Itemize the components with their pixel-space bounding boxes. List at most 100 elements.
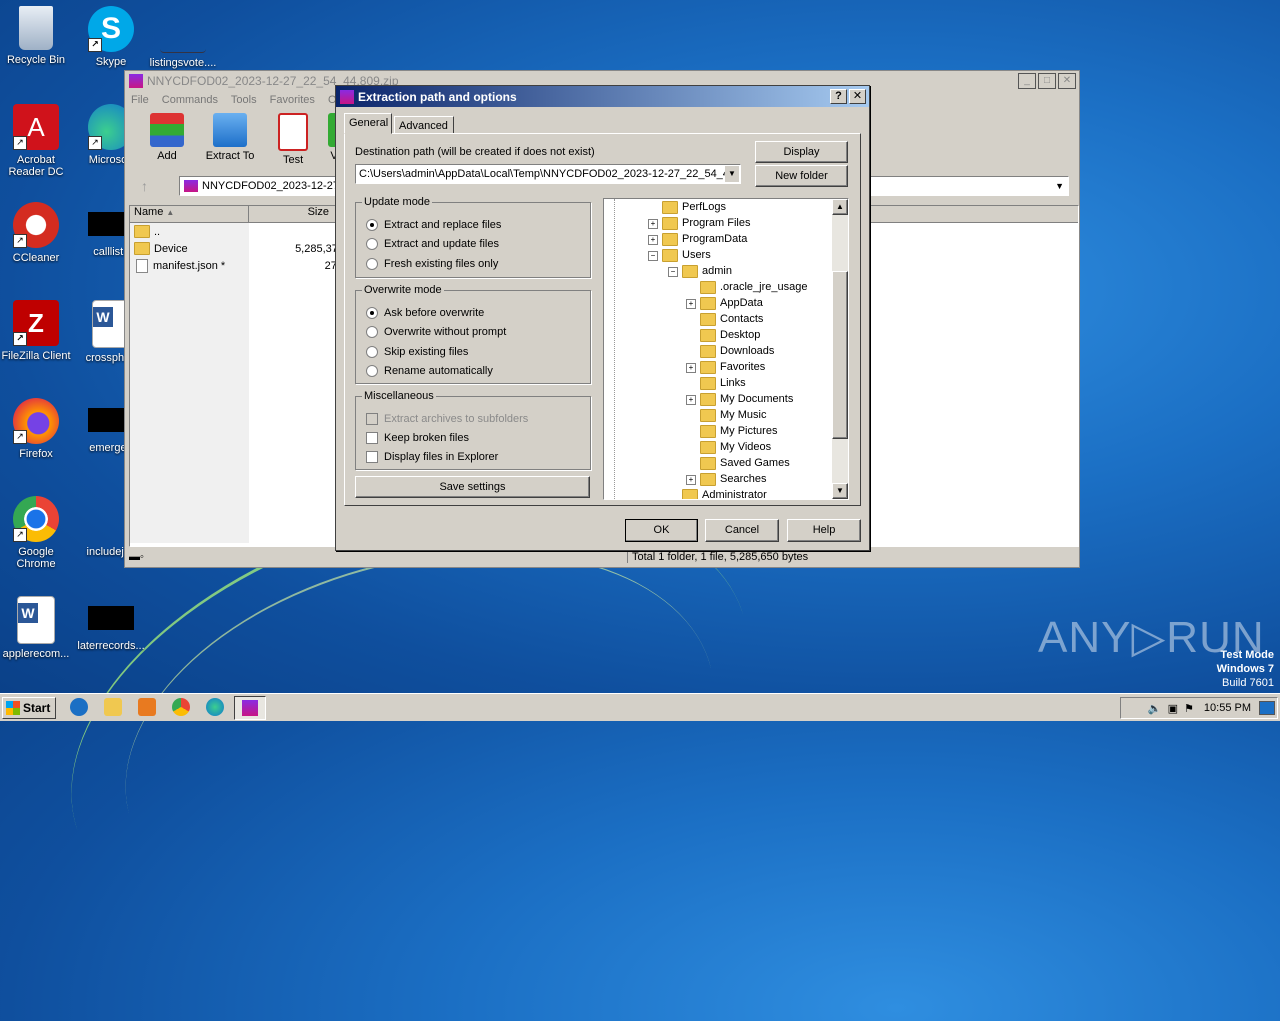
close-icon[interactable]: ✕	[849, 89, 866, 104]
taskbar-winrar-button[interactable]	[234, 696, 266, 720]
tab-general[interactable]: General	[344, 113, 392, 134]
clock[interactable]: 10:55 PM	[1204, 702, 1251, 714]
radio-ask-before-overwrite[interactable]: Ask before overwrite	[366, 307, 484, 319]
menu-tools[interactable]: Tools	[231, 94, 257, 106]
tree-item[interactable]: Links	[700, 375, 746, 391]
tree-scrollbar[interactable]: ▲ ▼	[832, 199, 848, 499]
toolbar-add-button[interactable]: Add	[139, 113, 195, 162]
tree-item[interactable]: + AppData	[686, 295, 763, 311]
menu-commands[interactable]: Commands	[162, 94, 218, 106]
menu-file[interactable]: File	[131, 94, 149, 106]
desktop-icon-chrome[interactable]: ↗ Google Chrome	[0, 496, 74, 570]
help-icon[interactable]: ?	[830, 89, 847, 104]
new-folder-button[interactable]: New folder	[755, 165, 848, 187]
toolbar-extract-to-button[interactable]: Extract To	[202, 113, 258, 162]
update-mode-group: Update mode Extract and replace files Ex…	[355, 196, 591, 278]
tree-item-label: Downloads	[720, 345, 775, 357]
radio-extract-update[interactable]: Extract and update files	[366, 238, 499, 250]
dialog-titlebar[interactable]: Extraction path and options ? ✕	[336, 86, 869, 107]
radio-extract-replace[interactable]: Extract and replace files	[366, 219, 501, 231]
tree-item[interactable]: Saved Games	[700, 455, 790, 471]
desktop-icon-filezilla[interactable]: Z ↗ FileZilla Client	[0, 300, 74, 362]
expand-icon[interactable]: +	[686, 395, 696, 405]
chevron-down-icon[interactable]: ▼	[725, 166, 739, 182]
collapse-icon[interactable]: −	[668, 267, 678, 277]
ok-button[interactable]: OK	[625, 519, 698, 542]
network-icon[interactable]: ▣	[1168, 702, 1178, 715]
volume-icon[interactable]: 🔈	[1148, 702, 1162, 715]
file-icon	[160, 6, 206, 53]
media-player-icon[interactable]	[138, 698, 156, 716]
ie-icon[interactable]	[70, 698, 88, 716]
toolbar-test-button[interactable]: Test	[265, 113, 321, 166]
tree-item[interactable]: Contacts	[700, 311, 763, 327]
radio-fresh-existing[interactable]: Fresh existing files only	[366, 258, 498, 270]
expand-icon[interactable]: +	[686, 299, 696, 309]
tree-item[interactable]: My Videos	[700, 439, 771, 455]
minimize-button[interactable]: _	[1018, 73, 1036, 89]
desktop-icon-ccleaner[interactable]: ↗ CCleaner	[0, 202, 74, 264]
scroll-thumb[interactable]	[832, 271, 848, 439]
desktop-icon-laterrecords[interactable]: laterrecords...	[73, 596, 149, 652]
option-label: Extract and replace files	[384, 219, 502, 231]
tree-item[interactable]: PerfLogs	[662, 199, 726, 215]
folder-icon	[700, 408, 716, 422]
scroll-up-button[interactable]: ▲	[832, 199, 848, 215]
maximize-button[interactable]: □	[1038, 73, 1056, 89]
tree-item[interactable]: Administrator	[682, 487, 767, 499]
display-button[interactable]: Display	[755, 141, 848, 163]
desktop-icon-applerecom[interactable]: W applerecom...	[0, 596, 74, 660]
desktop-icon-skype[interactable]: S ↗ Skype	[73, 6, 149, 68]
radio-overwrite-without-prompt[interactable]: Overwrite without prompt	[366, 326, 506, 338]
folder-tree[interactable]: PerfLogs + Program Files + ProgramData − Users…	[603, 198, 849, 500]
radio-rename-automatically[interactable]: Rename automatically	[366, 365, 493, 377]
edge-icon[interactable]	[206, 698, 224, 716]
scroll-down-button[interactable]: ▼	[832, 483, 848, 499]
close-button[interactable]: ✕	[1058, 73, 1076, 89]
save-settings-button[interactable]: Save settings	[355, 476, 590, 498]
checkbox-display-in-explorer[interactable]: Display files in Explorer	[366, 451, 498, 463]
radio-skip-existing[interactable]: Skip existing files	[366, 346, 468, 358]
checkbox-keep-broken-files[interactable]: Keep broken files	[366, 432, 469, 444]
chevron-down-icon[interactable]: ▼	[1055, 181, 1064, 191]
action-center-flag-icon[interactable]: ⚑	[1184, 702, 1194, 715]
explorer-icon[interactable]	[104, 698, 122, 716]
toolbar-label: Test	[283, 154, 304, 166]
destination-path-combobox[interactable]: C:\Users\admin\AppData\Local\Temp\NNYCDF…	[355, 164, 741, 184]
desktop-icon-acrobat[interactable]: A ↗ Acrobat Reader DC	[0, 104, 74, 178]
desktop-icon-firefox[interactable]: ↗ Firefox	[0, 398, 74, 460]
expand-icon[interactable]: +	[648, 235, 658, 245]
tree-item[interactable]: + ProgramData	[648, 231, 747, 247]
desktop-icon-recycle-bin[interactable]: Recycle Bin	[0, 6, 74, 66]
chrome-icon[interactable]	[172, 698, 190, 716]
tree-item-label: AppData	[720, 297, 763, 309]
tree-item[interactable]: My Pictures	[700, 423, 777, 439]
tree-item[interactable]: My Music	[700, 407, 766, 423]
tree-item[interactable]: Desktop	[700, 327, 760, 343]
column-name[interactable]: Name ▲	[130, 206, 249, 222]
expand-icon[interactable]: +	[648, 219, 658, 229]
tree-item[interactable]: + Searches	[686, 471, 766, 487]
up-arrow-icon[interactable]: ↑	[141, 178, 148, 194]
column-label: Size	[307, 206, 329, 218]
start-button[interactable]: Start	[2, 697, 56, 719]
tree-item[interactable]: − Users	[648, 247, 711, 263]
folder-icon	[700, 360, 716, 374]
expand-icon[interactable]: +	[686, 475, 696, 485]
tree-item[interactable]: Downloads	[700, 343, 774, 359]
desktop-icon-listingsvote[interactable]: listingsvote....	[148, 6, 218, 69]
tree-item[interactable]: − admin	[668, 263, 732, 279]
column-size[interactable]: Size	[249, 206, 336, 222]
menu-favorites[interactable]: Favorites	[270, 94, 315, 106]
dialog-title: Extraction path and options	[358, 89, 517, 104]
collapse-icon[interactable]: −	[648, 251, 658, 261]
tab-advanced[interactable]: Advanced	[394, 116, 454, 134]
expand-icon[interactable]: +	[686, 363, 696, 373]
cancel-button[interactable]: Cancel	[705, 519, 779, 542]
tree-item[interactable]: + My Documents	[686, 391, 793, 407]
tree-item[interactable]: .oracle_jre_usage	[700, 279, 807, 295]
tree-item[interactable]: + Favorites	[686, 359, 765, 375]
tree-item[interactable]: + Program Files	[648, 215, 750, 231]
help-button[interactable]: Help	[787, 519, 861, 542]
show-desktop-icon[interactable]	[1259, 701, 1275, 715]
